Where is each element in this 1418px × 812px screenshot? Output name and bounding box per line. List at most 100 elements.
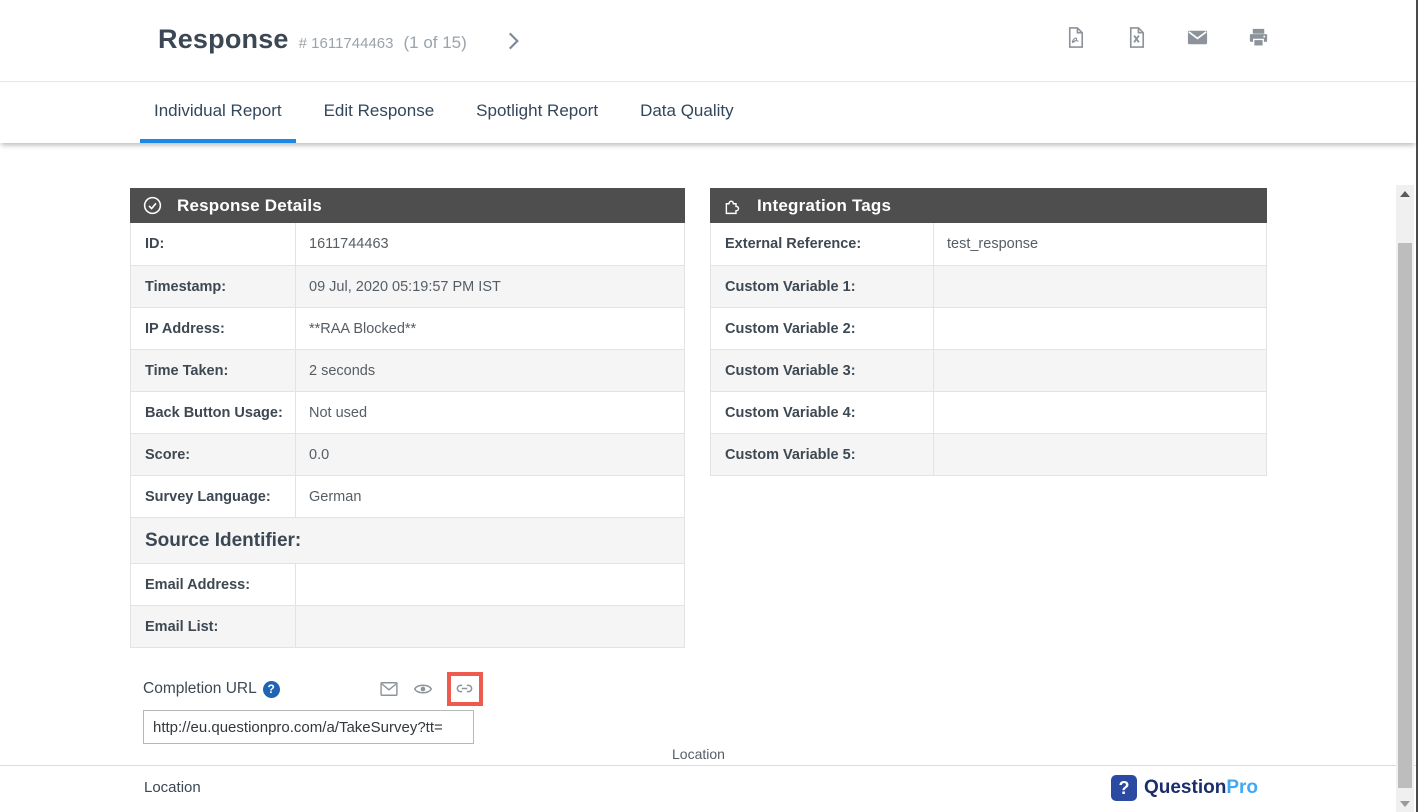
check-circle-icon — [142, 195, 163, 216]
response-id: # 1611744463 — [299, 35, 394, 52]
row-label: Email Address: — [131, 564, 296, 605]
row-value — [934, 266, 1266, 307]
row-value: Not used — [296, 392, 684, 433]
tab-label: Spotlight Report — [476, 101, 598, 121]
chevron-right-icon — [500, 28, 526, 54]
table-row: Time Taken: 2 seconds — [131, 349, 684, 391]
row-label: Time Taken: — [131, 350, 296, 391]
row-label: Timestamp: — [131, 266, 296, 307]
response-count: (1 of 15) — [403, 33, 466, 53]
row-value — [934, 350, 1266, 391]
row-value: test_response — [934, 223, 1266, 265]
tab-label: Data Quality — [640, 101, 734, 121]
row-value — [296, 606, 684, 647]
tab-label: Edit Response — [324, 101, 435, 121]
row-label: Custom Variable 5: — [711, 434, 934, 475]
completion-url-actions — [379, 672, 483, 706]
table-row: Custom Variable 2: — [711, 307, 1266, 349]
export-pdf-icon[interactable] — [1064, 26, 1087, 49]
questionpro-logo[interactable]: ? QuestionPro — [1111, 775, 1258, 801]
scroll-up-icon — [1400, 191, 1410, 197]
panel-title: Integration Tags — [757, 196, 891, 216]
next-response-button[interactable] — [500, 28, 526, 54]
tab-edit-response[interactable]: Edit Response — [310, 83, 449, 143]
table-row: Custom Variable 5: — [711, 433, 1266, 475]
report-tabs: Individual Report Edit Response Spotligh… — [0, 83, 1416, 143]
row-label: Score: — [131, 434, 296, 475]
vertical-scrollbar[interactable] — [1396, 185, 1414, 812]
page-header: Response # 1611744463 (1 of 15) — [0, 0, 1416, 82]
table-row: Email List: — [131, 605, 684, 647]
table-row: Back Button Usage: Not used — [131, 391, 684, 433]
preview-eye-icon[interactable] — [413, 679, 433, 699]
table-row: ID: 1611744463 — [131, 223, 684, 265]
puzzle-icon — [722, 195, 743, 216]
completion-url-block: Completion URL ? — [143, 672, 483, 744]
row-value: 2 seconds — [296, 350, 684, 391]
help-icon[interactable]: ? — [263, 681, 280, 698]
row-value: **RAA Blocked** — [296, 308, 684, 349]
scroll-down-button[interactable] — [1396, 795, 1414, 812]
row-value — [934, 308, 1266, 349]
tab-label: Individual Report — [154, 101, 282, 121]
completion-url-label: Completion URL — [143, 680, 257, 698]
send-email-icon[interactable] — [379, 679, 399, 699]
scroll-up-button[interactable] — [1396, 185, 1414, 202]
header-actions — [1064, 26, 1270, 49]
title-group: Response # 1611744463 (1 of 15) — [158, 24, 467, 55]
table-row: Custom Variable 1: — [711, 265, 1266, 307]
table-row: Custom Variable 4: — [711, 391, 1266, 433]
table-row: Timestamp: 09 Jul, 2020 05:19:57 PM IST — [131, 265, 684, 307]
location-caption: Location — [672, 746, 725, 762]
row-label: Back Button Usage: — [131, 392, 296, 433]
row-value: 09 Jul, 2020 05:19:57 PM IST — [296, 266, 684, 307]
integration-tags-panel: Integration Tags External Reference: tes… — [710, 188, 1267, 476]
row-label: ID: — [131, 223, 296, 265]
response-details-panel: Response Details ID: 1611744463 Timestam… — [130, 188, 685, 648]
email-icon[interactable] — [1186, 26, 1209, 49]
row-value: 0.0 — [296, 434, 684, 475]
section-header: Source Identifier: — [131, 518, 301, 563]
tab-spotlight-report[interactable]: Spotlight Report — [462, 83, 612, 143]
row-value: 1611744463 — [296, 223, 684, 265]
table-row: Survey Language: German — [131, 475, 684, 517]
row-label: External Reference: — [711, 223, 934, 265]
response-report-page: Response # 1611744463 (1 of 15) — [0, 0, 1418, 812]
row-label: IP Address: — [131, 308, 296, 349]
brand-pro: Pro — [1226, 777, 1258, 798]
page-title: Response — [158, 24, 289, 55]
tab-data-quality[interactable]: Data Quality — [626, 83, 748, 143]
copy-link-icon[interactable] — [455, 679, 475, 699]
row-label: Custom Variable 2: — [711, 308, 934, 349]
row-label: Email List: — [131, 606, 296, 647]
row-label: Survey Language: — [131, 476, 296, 517]
table-row: Custom Variable 3: — [711, 349, 1266, 391]
tab-individual-report[interactable]: Individual Report — [140, 83, 296, 143]
panel-title: Response Details — [177, 196, 322, 216]
table-row: IP Address: **RAA Blocked** — [131, 307, 684, 349]
table-row: Score: 0.0 — [131, 433, 684, 475]
scrollbar-thumb[interactable] — [1398, 243, 1412, 788]
section-header-row: Source Identifier: — [131, 517, 684, 563]
export-excel-icon[interactable] — [1125, 26, 1148, 49]
scroll-down-icon — [1400, 801, 1410, 807]
brand-question: Question — [1144, 777, 1226, 798]
print-icon[interactable] — [1247, 26, 1270, 49]
row-label: Custom Variable 1: — [711, 266, 934, 307]
integration-tags-header: Integration Tags — [710, 188, 1267, 223]
integration-tags-table: External Reference: test_response Custom… — [710, 223, 1267, 476]
row-label: Custom Variable 3: — [711, 350, 934, 391]
row-value — [296, 564, 684, 605]
row-label: Custom Variable 4: — [711, 392, 934, 433]
completion-url-label-row: Completion URL ? — [143, 672, 483, 706]
questionpro-logo-text: QuestionPro — [1144, 777, 1258, 799]
row-value — [934, 434, 1266, 475]
questionpro-logo-mark: ? — [1111, 775, 1137, 801]
location-heading: Location — [144, 779, 201, 796]
footer-divider — [0, 765, 1416, 766]
row-value — [934, 392, 1266, 433]
response-details-header: Response Details — [130, 188, 685, 223]
table-row: External Reference: test_response — [711, 223, 1266, 265]
response-details-table: ID: 1611744463 Timestamp: 09 Jul, 2020 0… — [130, 223, 685, 648]
completion-url-input[interactable] — [143, 710, 474, 744]
